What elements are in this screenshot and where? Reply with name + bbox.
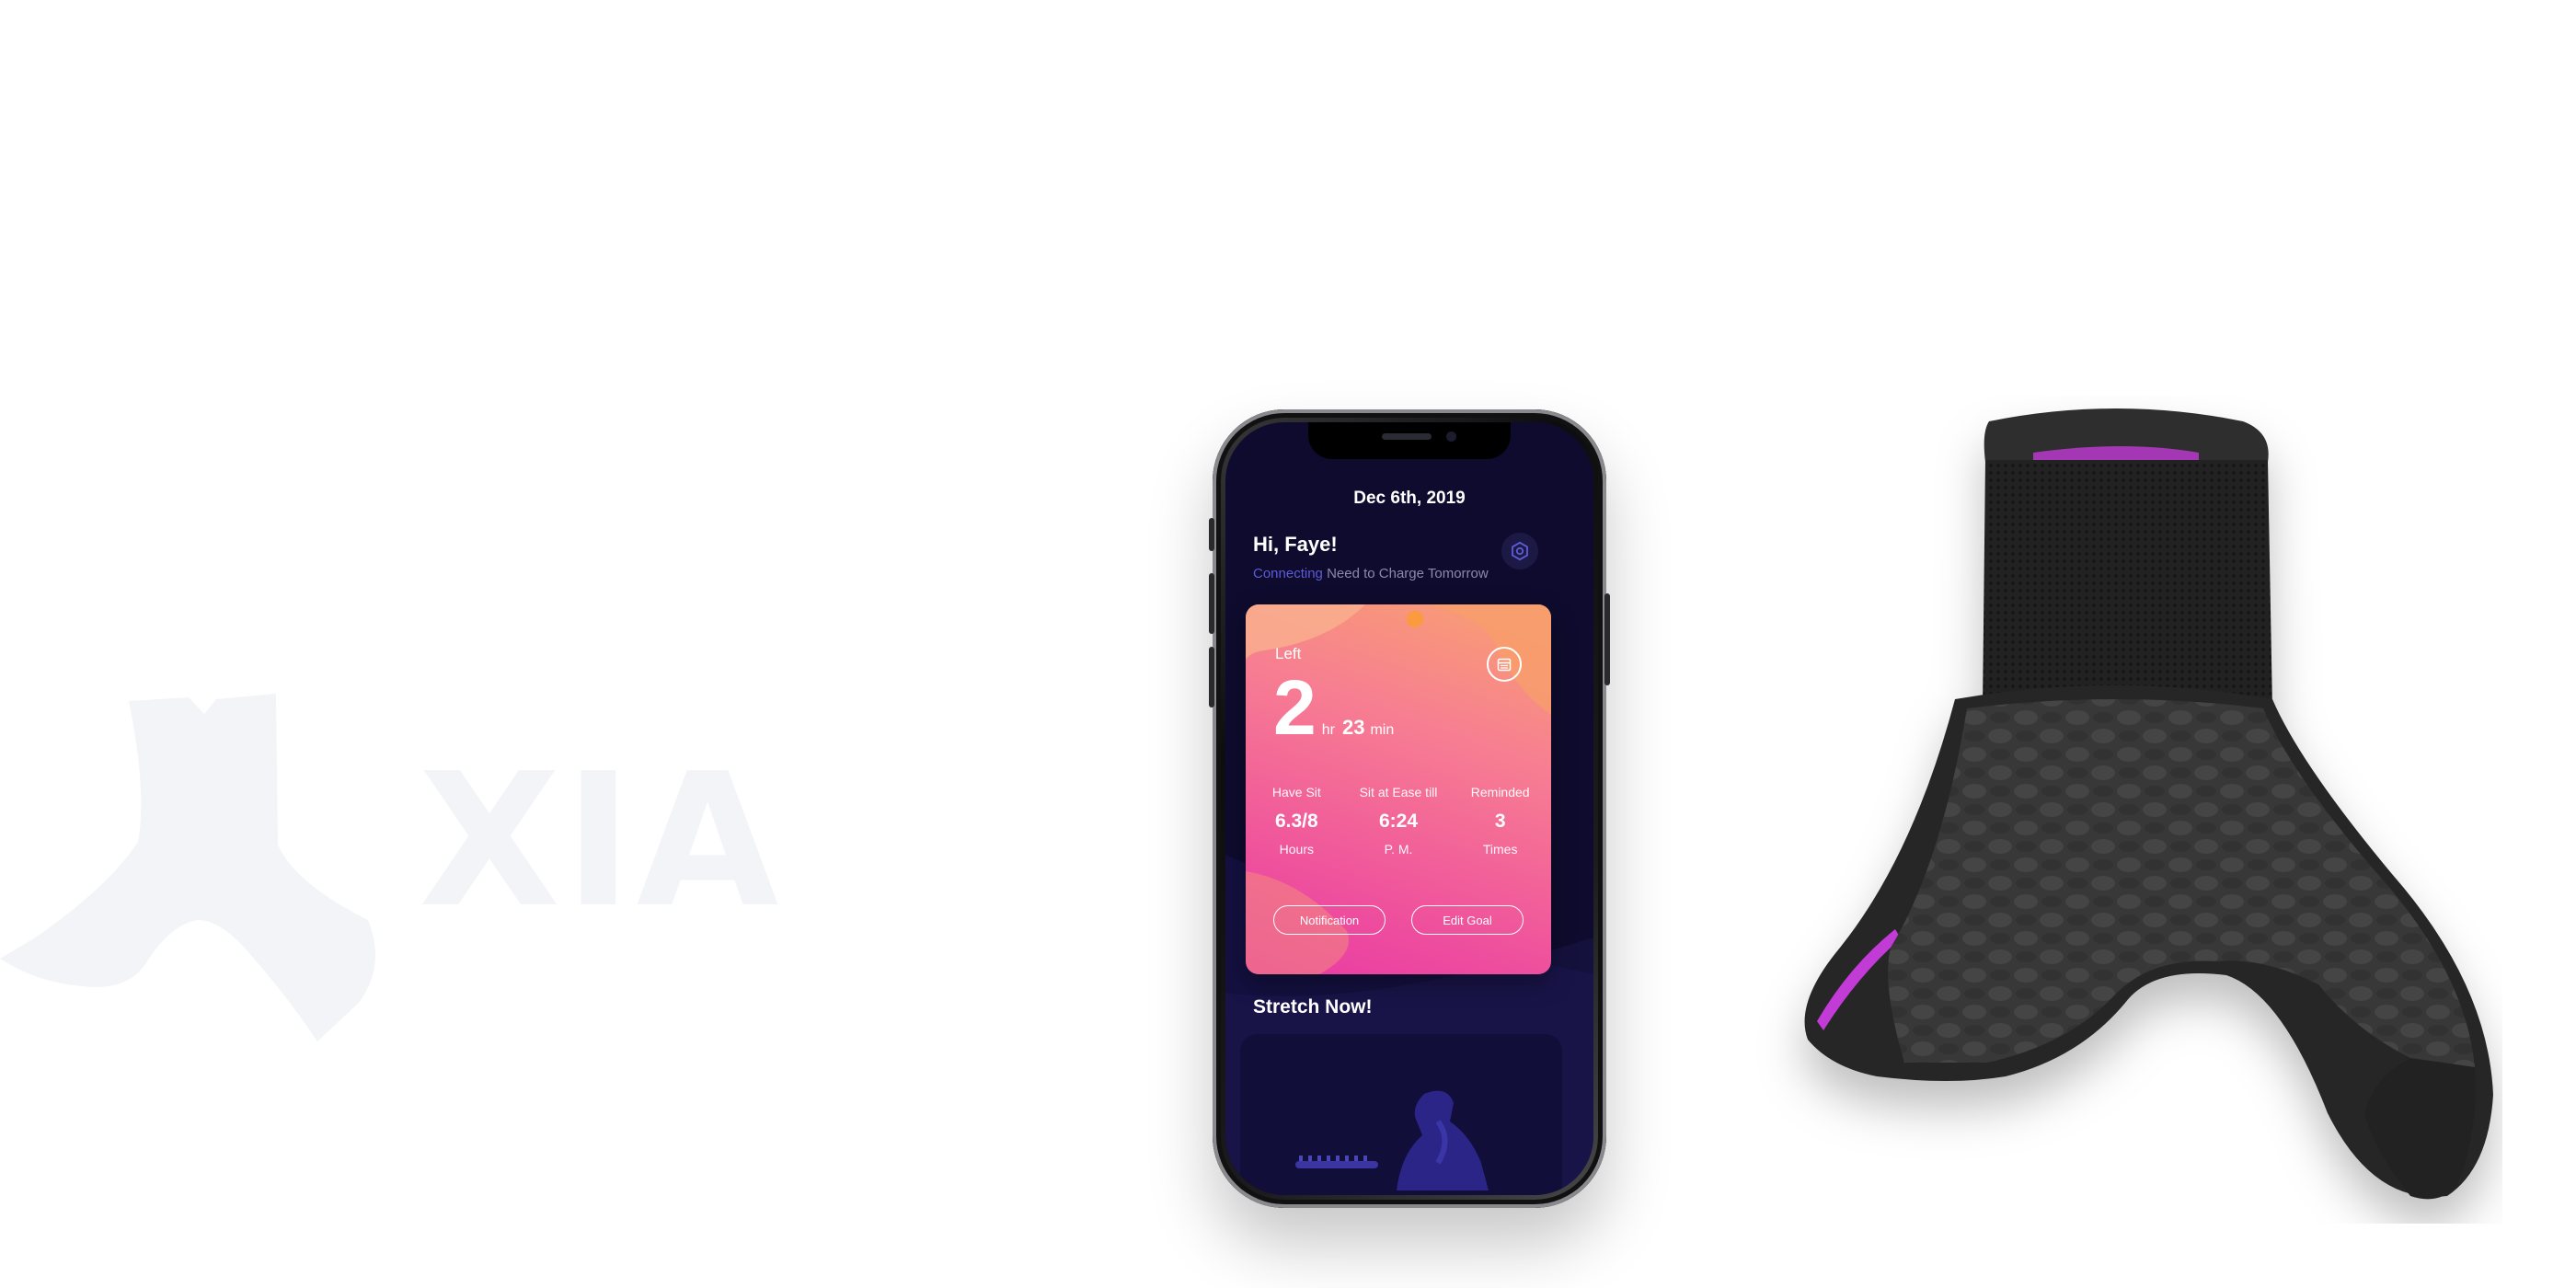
sitting-time-card: Left 2 hr 23 min Have Sit 6.3/8 Hours Si… [1246,604,1551,974]
sitting-stats: Have Sit 6.3/8 Hours Sit at Ease till 6:… [1246,785,1551,857]
time-left-label: Left [1275,645,1302,662]
stat-reminded: Reminded 3 Times [1449,785,1551,857]
brand-watermark: XIA [419,734,783,949]
hours-value: 2 [1273,664,1317,751]
stat-label: Reminded [1470,785,1530,799]
date-label: Dec 6th, 2019 [1353,489,1466,508]
hours-unit: hr [1321,722,1335,738]
notification-button[interactable]: Notification [1273,905,1386,935]
volume-up-button [1209,573,1214,634]
stat-label: Have Sit [1271,785,1321,799]
seat-cushion-product [1804,408,2493,1200]
notch [1308,422,1511,459]
stat-unit: Times [1482,842,1518,857]
stretch-video-card[interactable] [1240,1034,1562,1195]
mute-switch [1209,518,1214,551]
connection-status: Connecting [1253,566,1323,581]
edit-goal-button[interactable]: Edit Goal [1411,905,1524,935]
power-button [1604,593,1610,685]
minutes-unit: min [1370,722,1395,738]
stat-value: 3 [1494,811,1506,832]
settings-button[interactable] [1501,533,1538,569]
time-remaining: 2 hr 23 min [1273,669,1401,746]
stat-label: Sit at Ease till [1359,785,1438,799]
gear-icon [1512,541,1528,561]
greeting-title: Hi, Faye! [1253,533,1338,556]
phone-mockup: Dec 6th, 2019 Hi, Faye! Connecting Need … [1209,409,1610,1208]
minutes-value: 23 [1341,716,1365,739]
stat-value: 6.3/8 [1274,811,1318,832]
calendar-icon [1497,658,1512,672]
speaker-grille [1382,433,1432,440]
stat-unit: P. M. [1384,842,1413,857]
charge-status: Need to Charge Tomorrow [1327,566,1489,581]
volume-down-button [1209,647,1214,707]
stat-have-sit: Have Sit 6.3/8 Hours [1246,785,1348,857]
stat-value: 6:24 [1378,811,1419,832]
calendar-button[interactable] [1487,647,1522,682]
stat-sit-at-ease: Sit at Ease till 6:24 P. M. [1348,785,1450,857]
device-status: Connecting Need to Charge Tomorrow [1253,566,1489,581]
stretch-section-title: Stretch Now! [1253,996,1373,1018]
app-screen: Dec 6th, 2019 Hi, Faye! Connecting Need … [1225,422,1593,1195]
stat-unit: Hours [1279,842,1315,857]
front-camera [1446,431,1456,442]
stretch-illustration [1295,1090,1489,1190]
